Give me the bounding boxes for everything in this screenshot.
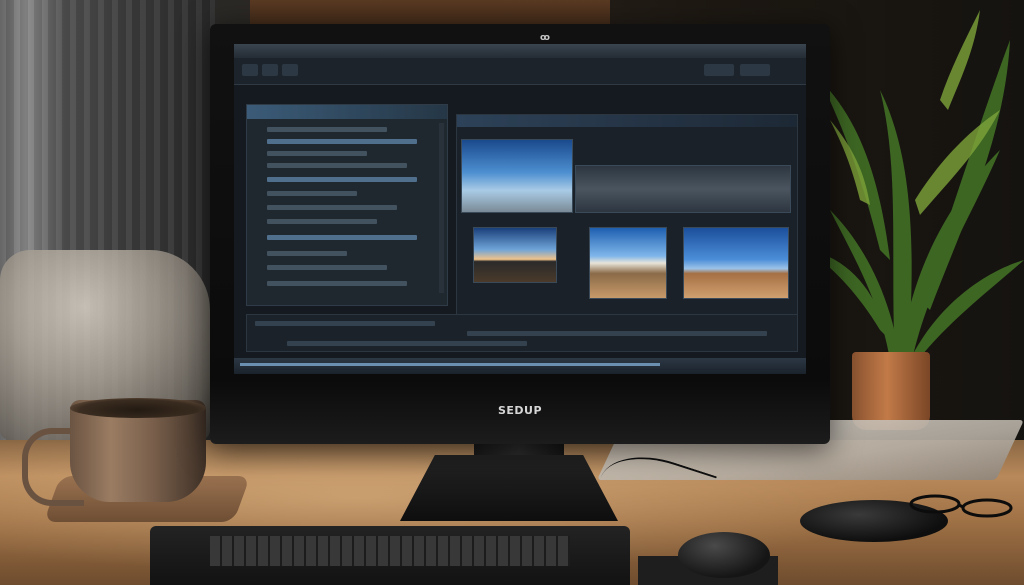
panel-title [247,105,447,119]
panel-scrollbar[interactable] [439,123,444,293]
panel-row[interactable] [267,251,347,256]
toolbar-button[interactable] [282,64,298,76]
photo-scene: ꝏ SEDUP [0,0,1024,585]
image-thumbnail[interactable] [589,227,667,299]
panel-row[interactable] [267,177,417,182]
panel-row[interactable] [267,127,387,132]
keyboard [150,526,630,585]
monitor-screen [234,44,806,374]
image-preview[interactable] [575,165,791,213]
panel-row[interactable] [267,163,407,168]
panel-row[interactable] [267,205,397,210]
panel-row[interactable] [267,191,357,196]
app-menubar [234,44,806,58]
monitor-stand-base [400,455,618,521]
toolbar-button[interactable] [262,64,278,76]
panel-row[interactable] [267,219,377,224]
eyeglasses [909,494,1013,518]
progress-bar [240,363,660,366]
keyboard-keys [210,536,570,566]
status-bar [234,358,806,374]
timeline-track[interactable] [287,341,527,346]
toolbar-button[interactable] [242,64,258,76]
image-thumbnail[interactable] [683,227,789,299]
panel-row[interactable] [267,139,417,144]
monitor-brand-label: SEDUP [497,404,543,417]
image-grid-panel [456,114,798,346]
panel-row[interactable] [267,265,387,270]
toolbar-button[interactable] [704,64,734,76]
image-grid-header [457,115,797,127]
app-toolbar [234,58,806,85]
plant-pot [852,352,930,430]
timeline-track[interactable] [467,331,767,336]
panel-row[interactable] [267,151,367,156]
timeline-panel [246,314,798,352]
toolbar-button[interactable] [740,64,770,76]
layers-panel [246,104,448,306]
computer-mouse [678,532,770,578]
panel-row[interactable] [267,235,417,240]
monitor-top-logo: ꝏ [540,33,550,43]
panel-row[interactable] [267,281,407,286]
timeline-track[interactable] [255,321,435,326]
image-thumbnail[interactable] [473,227,557,283]
image-thumbnail[interactable] [461,139,573,213]
mug-rim [70,398,206,418]
